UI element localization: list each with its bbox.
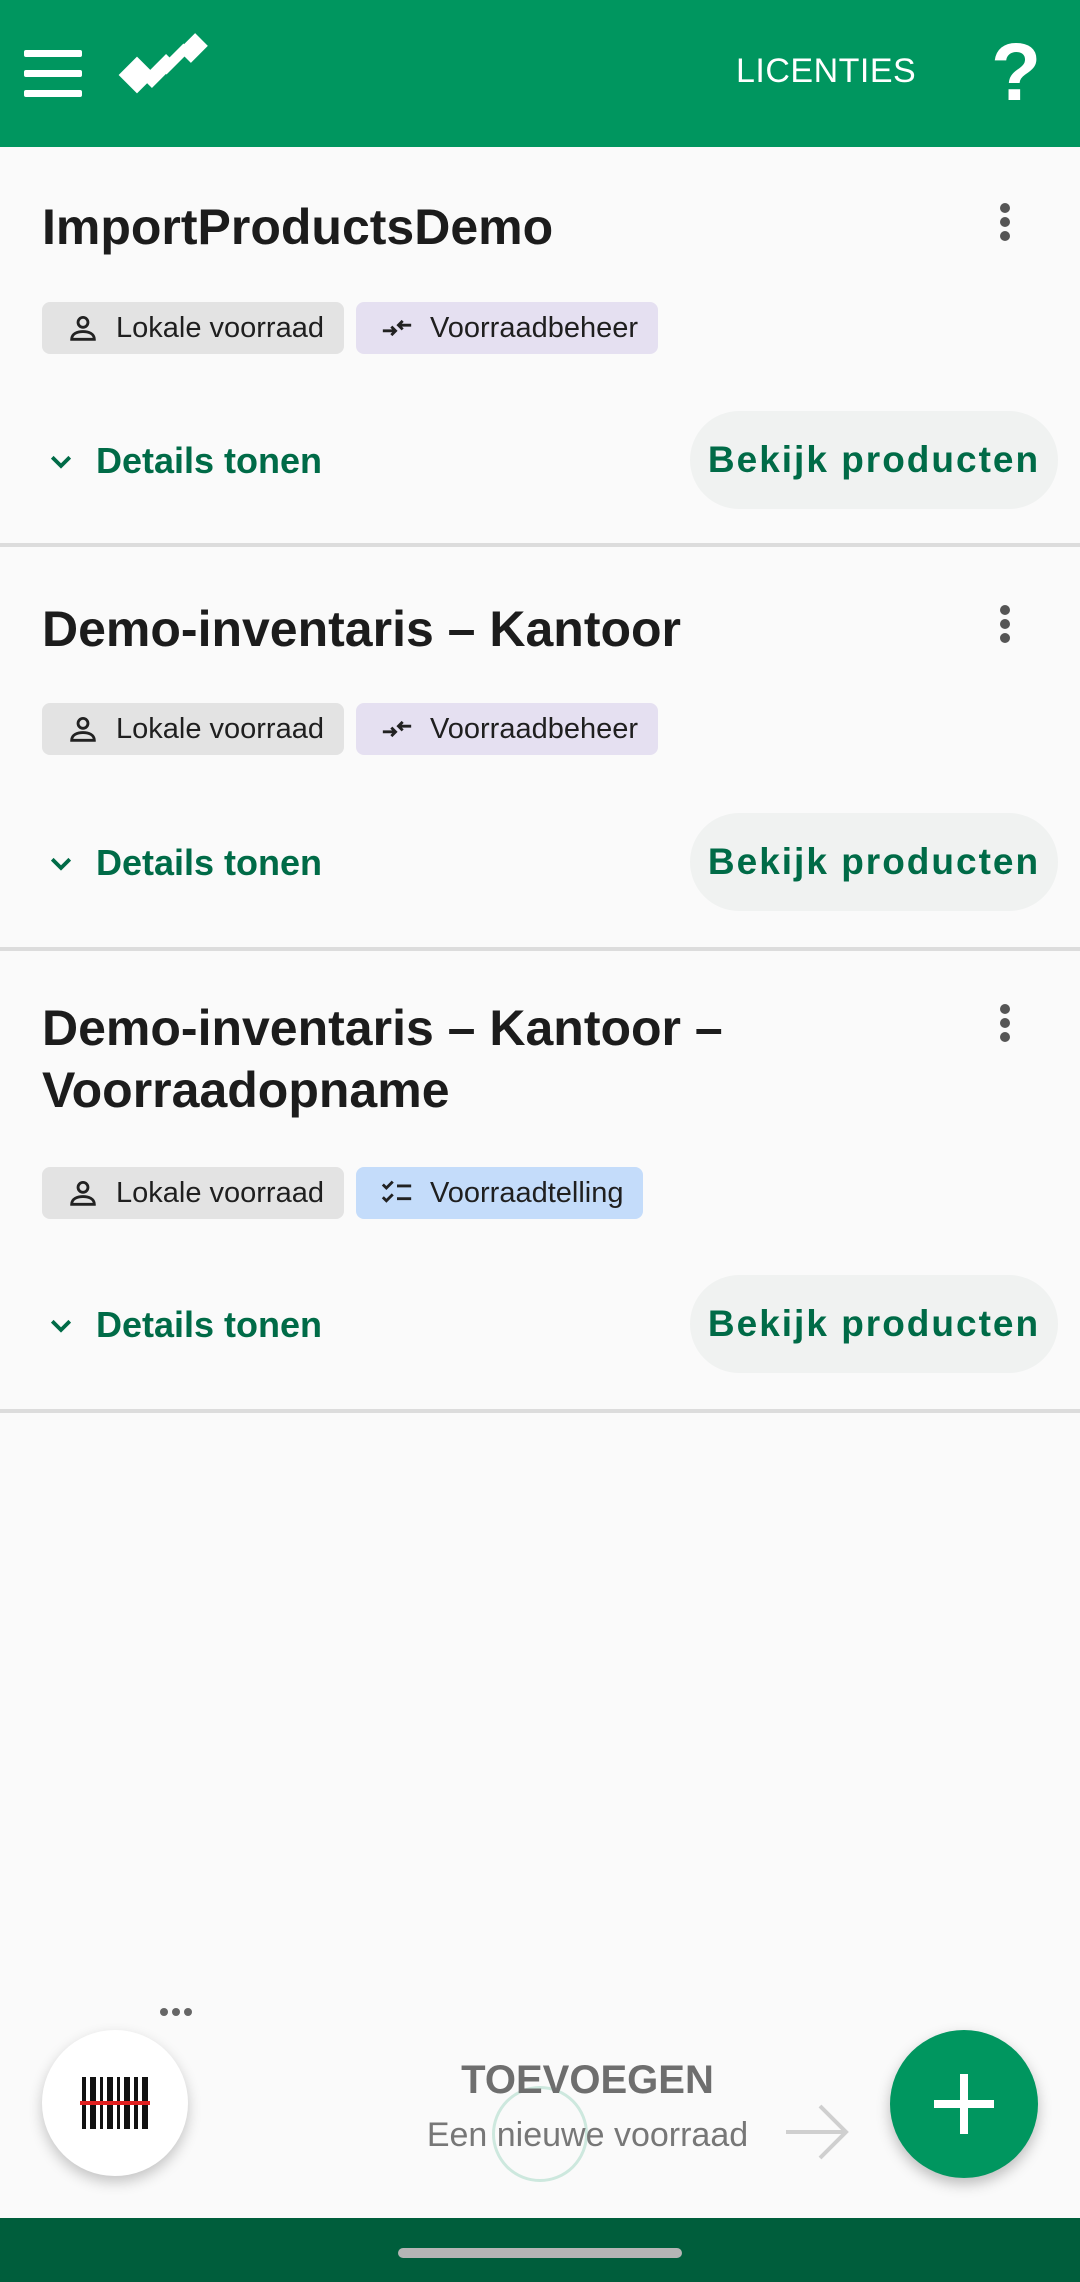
scan-more-icon[interactable] bbox=[156, 2006, 196, 2020]
details-label: Details tonen bbox=[96, 842, 323, 883]
chip-local-stock: Lokale voorraad bbox=[42, 1167, 344, 1219]
more-options-icon[interactable] bbox=[990, 998, 1020, 1048]
view-products-button[interactable]: Bekijk producten bbox=[690, 1275, 1058, 1373]
menu-icon[interactable] bbox=[24, 50, 82, 98]
chip-stock-management: Voorraadbeheer bbox=[356, 703, 658, 755]
chip-stock-count: Voorraadtelling bbox=[356, 1167, 644, 1219]
chip-stock-management: Voorraadbeheer bbox=[356, 302, 658, 354]
details-toggle[interactable]: Details tonen bbox=[46, 833, 322, 893]
chip-local-stock: Lokale voorraad bbox=[42, 302, 344, 354]
chip-label: Lokale voorraad bbox=[116, 1176, 324, 1209]
inventory-title: Demo-inventaris – Kantoor bbox=[42, 601, 682, 657]
swap-arrows-icon bbox=[382, 319, 412, 337]
view-products-button[interactable]: Bekijk producten bbox=[690, 411, 1058, 509]
chevron-down-icon bbox=[50, 455, 72, 469]
inventory-card: ImportProductsDemo Lokale voorraad Voorr… bbox=[0, 147, 1080, 547]
chevron-down-icon bbox=[50, 1319, 72, 1333]
app-logo-icon bbox=[114, 32, 214, 112]
more-options-icon[interactable] bbox=[990, 197, 1020, 247]
person-icon bbox=[70, 1180, 96, 1206]
app-bar: LICENTIES ? bbox=[0, 0, 1080, 147]
plus-icon bbox=[934, 2074, 994, 2134]
chip-label: Lokale voorraad bbox=[116, 712, 324, 745]
chevron-down-icon bbox=[50, 857, 72, 871]
barcode-scan-button[interactable] bbox=[42, 2030, 188, 2176]
swap-arrows-icon bbox=[382, 720, 412, 738]
details-label: Details tonen bbox=[96, 440, 323, 481]
licenses-button[interactable]: LICENTIES bbox=[736, 52, 916, 96]
chip-label: Lokale voorraad bbox=[116, 311, 324, 344]
details-label: Details tonen bbox=[96, 1304, 323, 1345]
chip-label: Voorraadbeheer bbox=[430, 311, 638, 344]
person-icon bbox=[70, 716, 96, 742]
checklist-icon bbox=[381, 1180, 412, 1203]
chip-label: Voorraadtelling bbox=[430, 1176, 624, 1209]
arrow-right-icon bbox=[786, 2104, 849, 2160]
inventory-title: ImportProductsDemo bbox=[42, 199, 554, 255]
chip-label: Voorraadbeheer bbox=[430, 712, 638, 745]
details-toggle[interactable]: Details tonen bbox=[46, 1295, 322, 1355]
add-hint-title: TOEVOEGEN bbox=[461, 2058, 714, 2102]
inventory-card: Demo-inventaris – Kantoor – Voorraadopna… bbox=[0, 953, 1080, 1413]
inventory-card: Demo-inventaris – Kantoor Lokale voorraa… bbox=[0, 551, 1080, 951]
view-products-button[interactable]: Bekijk producten bbox=[690, 813, 1058, 911]
barcode-icon bbox=[80, 2077, 150, 2129]
more-options-icon[interactable] bbox=[990, 599, 1020, 649]
inventory-title: Demo-inventaris – Kantoor – Voorraadopna… bbox=[42, 1000, 723, 1118]
bottom-actions: TOEVOEGEN Een nieuwe voorraad bbox=[0, 1980, 1080, 2220]
add-inventory-button[interactable] bbox=[890, 2030, 1038, 2178]
system-nav-bar bbox=[0, 2218, 1080, 2282]
add-hint-subtitle: Een nieuwe voorraad bbox=[426, 2116, 749, 2154]
help-icon[interactable]: ? bbox=[988, 28, 1044, 118]
person-icon bbox=[70, 315, 96, 341]
details-toggle[interactable]: Details tonen bbox=[46, 431, 322, 491]
gesture-handle[interactable] bbox=[398, 2248, 682, 2258]
chip-local-stock: Lokale voorraad bbox=[42, 703, 344, 755]
